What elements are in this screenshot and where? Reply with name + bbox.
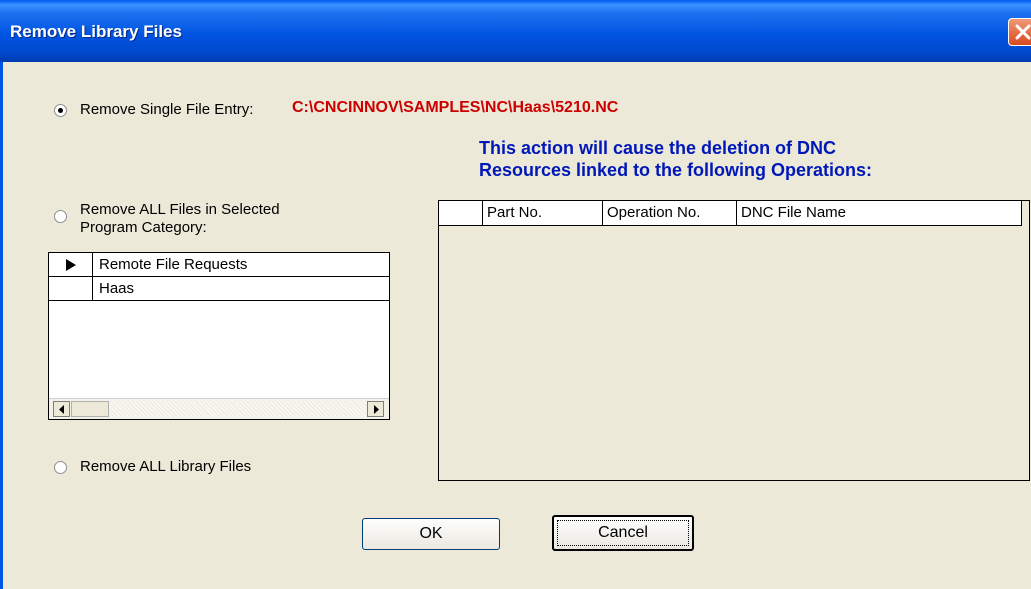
warning-line-1: This action will cause the deletion of D… [479, 138, 837, 158]
horizontal-scrollbar[interactable] [49, 398, 389, 419]
remove-category-label-line1: Remove ALL Files in Selected [80, 201, 280, 218]
column-header-part-no[interactable]: Part No. [483, 201, 603, 225]
remove-all-library-files-radio[interactable] [54, 461, 67, 474]
scroll-track[interactable] [109, 401, 366, 417]
title-bar[interactable]: Remove Library Files [0, 0, 1031, 62]
remove-category-label-line2: Program Category: [80, 219, 207, 236]
row-selector[interactable] [49, 253, 93, 276]
window-frame [0, 62, 3, 589]
category-name: Haas [99, 280, 135, 297]
scroll-left-button[interactable] [53, 401, 70, 417]
close-icon [1015, 24, 1031, 40]
program-category-grid[interactable]: Remote File Requests Haas [48, 252, 390, 420]
category-name: Remote File Requests [99, 256, 248, 273]
arrow-left-icon [59, 405, 64, 414]
column-header-operation-no[interactable]: Operation No. [603, 201, 737, 225]
remove-single-file-label: Remove Single File Entry: [80, 101, 254, 118]
current-row-arrow-icon [66, 259, 76, 271]
column-header-dnc-file-name[interactable]: DNC File Name [737, 201, 1021, 225]
linked-operations-grid[interactable]: Part No. Operation No. DNC File Name [438, 200, 1030, 481]
ok-button[interactable]: OK [362, 518, 500, 550]
row-selector-header [439, 201, 483, 225]
scroll-right-button[interactable] [367, 401, 384, 417]
category-row[interactable]: Remote File Requests [49, 253, 389, 277]
dialog-title: Remove Library Files [10, 22, 182, 41]
ok-button-label: OK [419, 525, 443, 542]
operations-grid-header: Part No. Operation No. DNC File Name [439, 201, 1022, 226]
cancel-button[interactable]: Cancel [552, 515, 694, 551]
warning-line-2: Resources linked to the following Operat… [479, 160, 873, 180]
scroll-thumb[interactable] [71, 401, 109, 417]
deletion-warning: This action will cause the deletion of D… [479, 137, 872, 181]
remove-category-files-radio[interactable] [54, 210, 67, 223]
category-row[interactable]: Haas [49, 277, 389, 301]
arrow-right-icon [374, 405, 379, 414]
remove-library-files-dialog: Remove Library Files Remove Single File … [0, 0, 1031, 589]
close-button[interactable] [1008, 18, 1031, 46]
cancel-button-label: Cancel [598, 524, 648, 541]
row-selector[interactable] [49, 277, 93, 300]
selected-file-path: C:\CNCINNOV\SAMPLES\NC\Haas\5210.NC [292, 99, 619, 116]
remove-all-library-files-label: Remove ALL Library Files [80, 458, 252, 475]
remove-single-file-radio[interactable] [54, 104, 67, 117]
